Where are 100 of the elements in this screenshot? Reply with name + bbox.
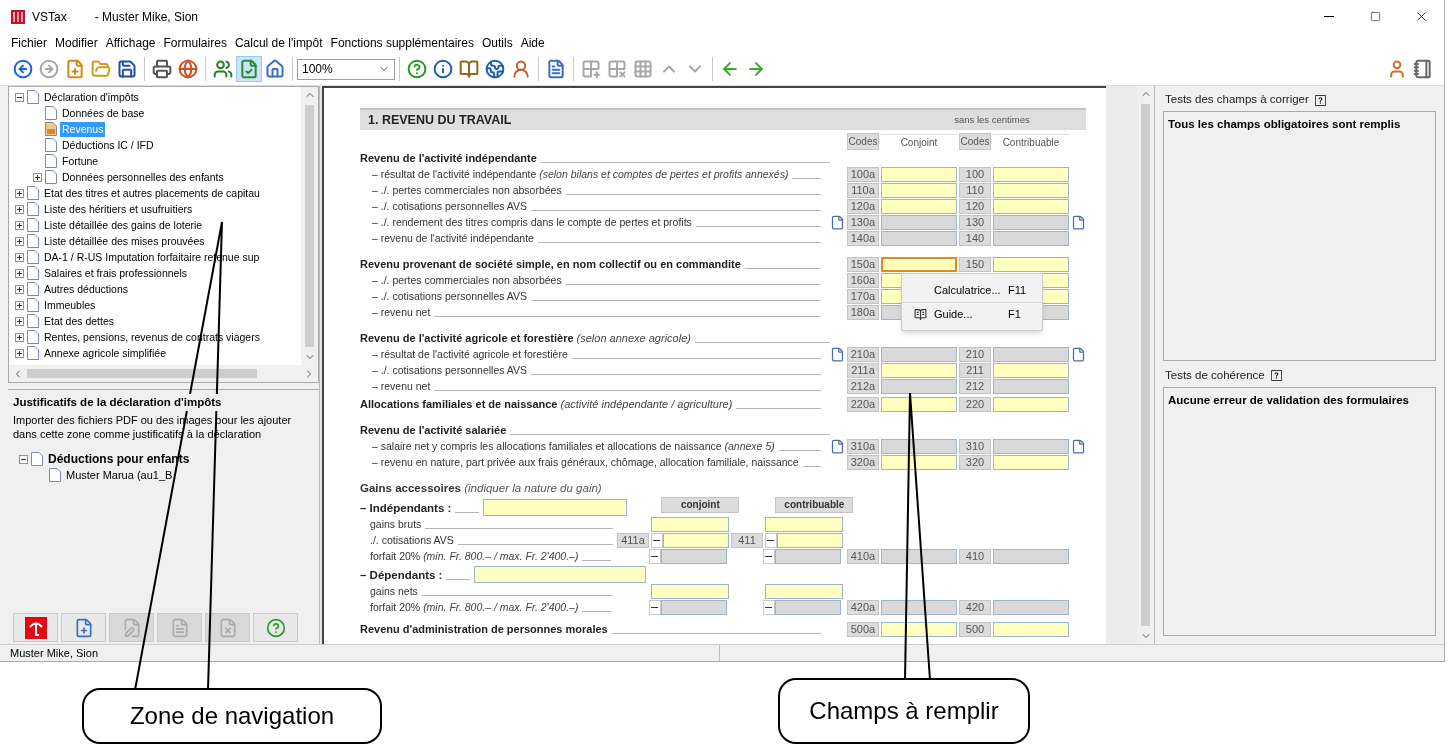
menu-item[interactable]: Fonctions supplémentaires [327,34,477,52]
input-field[interactable] [651,583,729,599]
input-field[interactable] [483,498,628,516]
attachment-icon[interactable] [830,347,845,362]
expand-icon[interactable] [15,332,24,342]
expand-icon[interactable] [15,236,24,246]
input-field[interactable] [993,199,1069,214]
input-field[interactable] [881,167,957,182]
input-field[interactable] [881,397,957,412]
attachment-icon[interactable] [830,439,845,454]
scrollbar[interactable] [301,87,318,365]
help-icon[interactable] [1270,370,1282,381]
input-field[interactable] [765,583,843,599]
scrollbar[interactable] [1137,86,1154,644]
input-field[interactable] [993,215,1069,230]
help-icon[interactable] [1314,94,1326,106]
tree-item[interactable]: Liste détaillée des mises prouvées [42,233,207,249]
menu-item[interactable]: Affichage [102,34,159,52]
menu-item[interactable]: Aide [517,34,548,52]
menu-item[interactable]: Fichier [8,34,50,52]
add-document-button[interactable] [61,613,106,642]
attachment-icon[interactable] [1071,215,1086,230]
input-field[interactable] [881,215,957,230]
input-field[interactable] [881,455,957,470]
input-field[interactable] [663,532,729,548]
attachment-icon[interactable] [1071,347,1086,362]
collapse-icon[interactable] [15,92,24,102]
input-field[interactable] [993,363,1069,378]
collapse-icon[interactable] [19,454,28,464]
input-field[interactable] [775,599,841,615]
tree-item[interactable]: Autres déductions [42,281,131,297]
input-field[interactable] [993,231,1069,246]
menu-item[interactable]: Modifier [52,34,101,52]
input-field[interactable] [765,516,843,532]
input-field[interactable] [775,548,841,564]
menu-item[interactable]: Guide... F1 [902,302,1042,326]
input-field[interactable] [993,347,1069,362]
input-field[interactable] [881,599,957,615]
input-field[interactable] [993,167,1069,182]
input-field[interactable] [881,347,957,362]
tree-item[interactable]: Muster Marua (au1_B [64,467,175,483]
zoom-select[interactable]: 100% [297,58,395,80]
tree-item[interactable]: Etat des titres et autres placements de capitau [42,185,262,201]
expand-icon[interactable] [15,284,24,294]
expand-icon[interactable] [15,188,24,198]
scroll-thumb[interactable] [305,105,314,347]
input-field[interactable] [881,257,957,272]
scrollbar[interactable] [9,365,318,382]
input-field[interactable] [993,439,1069,454]
input-field[interactable] [993,621,1069,637]
tree-item[interactable]: Données de base [60,105,147,121]
input-field[interactable] [881,621,957,637]
expand-icon[interactable] [15,204,24,214]
input-field[interactable] [993,397,1069,412]
tree-item[interactable]: Liste des héritiers et usufruitiers [42,201,195,217]
tree-item[interactable]: Liste détaillée des gains de loterie [42,217,205,233]
input-field[interactable] [881,199,957,214]
logo-button[interactable] [13,613,58,642]
input-field[interactable] [661,548,727,564]
row-label: – salaire net y compris les allocations familiales et allocations de naissance (annexe 5) [371,439,775,454]
input-field[interactable] [881,379,957,394]
menu-item[interactable]: Outils [479,34,516,52]
scroll-thumb[interactable] [1141,104,1150,626]
tree-item[interactable]: Déductions IC / IFD [60,137,156,153]
expand-icon[interactable] [15,268,24,278]
attachment-icon[interactable] [1071,439,1086,454]
input-field[interactable] [881,363,957,378]
input-field[interactable] [651,516,729,532]
tree-item[interactable]: Salaires et frais professionnels [42,265,189,281]
input-field[interactable] [993,455,1069,470]
tree-item[interactable]: Déclaration d'impôts [42,89,141,105]
scroll-thumb[interactable] [27,369,257,378]
input-field[interactable] [474,565,647,583]
menu-item[interactable]: Calculatrice... F11 [902,278,1042,302]
input-field[interactable] [881,439,957,454]
tree-item[interactable]: Données personnelles des enfants [60,169,226,185]
expand-icon[interactable] [15,348,24,358]
input-field[interactable] [881,231,957,246]
tree-item[interactable]: Immeubles [42,297,98,313]
tree-item[interactable]: Fortune [60,153,101,169]
input-field[interactable] [993,548,1069,564]
expand-icon[interactable] [15,316,24,326]
input-field[interactable] [993,379,1069,394]
input-field[interactable] [777,532,843,548]
input-field[interactable] [993,257,1069,272]
attachment-icon[interactable] [830,215,845,230]
expand-icon[interactable] [15,300,24,310]
input-field[interactable] [993,183,1069,198]
menu-item[interactable]: Calcul de l'impôt [231,34,326,52]
input-field[interactable] [993,599,1069,615]
tree-item[interactable]: Etat des dettes [42,313,117,329]
input-field[interactable] [661,599,727,615]
input-field[interactable] [881,548,957,564]
document-check-button[interactable] [236,56,262,82]
expand-icon[interactable] [15,252,24,262]
input-field[interactable] [881,183,957,198]
expand-icon[interactable] [15,220,24,230]
expand-icon[interactable] [33,172,42,182]
menu-item[interactable]: Formulaires [160,34,230,52]
tree-item[interactable]: Annexe agricole simplifiée [42,345,168,361]
